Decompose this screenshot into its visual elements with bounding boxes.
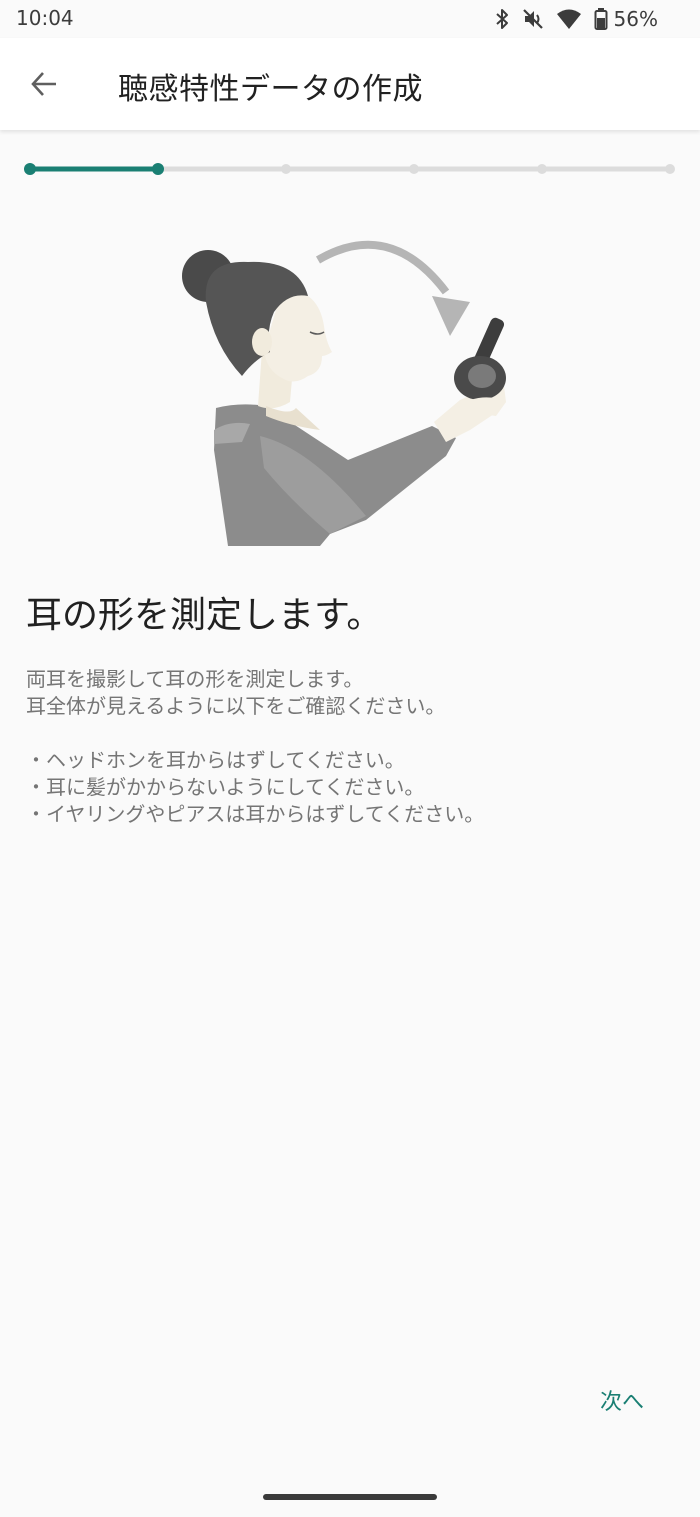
status-icons: 56% xyxy=(494,6,658,32)
description-line: 耳全体が見えるように以下をご確認ください。 xyxy=(26,694,446,718)
bullet-item: ・耳に髪がかからないようにしてください。 xyxy=(26,775,425,799)
app-bar: 聴感特性データの作成 xyxy=(0,38,700,130)
gesture-nav-handle[interactable] xyxy=(263,1494,437,1500)
page-title: 聴感特性データの作成 xyxy=(118,72,423,107)
ear-measurement-illustration xyxy=(182,240,506,546)
battery-percent: 56% xyxy=(613,7,658,31)
status-bar: 10:04 56% xyxy=(0,0,700,38)
progress-step-dot xyxy=(409,164,419,174)
wifi-icon xyxy=(556,8,582,30)
status-time: 10:04 xyxy=(16,6,74,30)
progress-step-dot xyxy=(152,163,164,175)
progress-step-dot xyxy=(537,164,547,174)
person-figure xyxy=(182,250,506,546)
progress-step-dot xyxy=(24,163,36,175)
progress-step-dot xyxy=(665,164,675,174)
description-block: 両耳を撮影して耳の形を測定します。 耳全体が見えるように以下をご確認ください。 … xyxy=(26,666,666,828)
bullet-item: ・イヤリングやピアスは耳からはずしてください。 xyxy=(26,802,485,826)
rotation-arrow-icon xyxy=(315,240,470,336)
headline: 耳の形を測定します。 xyxy=(26,595,383,636)
description-line: 両耳を撮影して耳の形を測定します。 xyxy=(26,667,364,691)
bluetooth-icon xyxy=(494,8,510,30)
progress-step-dot xyxy=(281,164,291,174)
next-button[interactable]: 次へ xyxy=(582,1378,662,1422)
battery-icon xyxy=(594,8,608,30)
vibrate-off-icon xyxy=(522,8,544,30)
bullet-item: ・ヘッドホンを耳からはずしてください。 xyxy=(26,748,405,772)
progress-stepper xyxy=(24,163,675,175)
back-button[interactable] xyxy=(22,62,66,106)
arrow-back-icon xyxy=(31,72,56,96)
